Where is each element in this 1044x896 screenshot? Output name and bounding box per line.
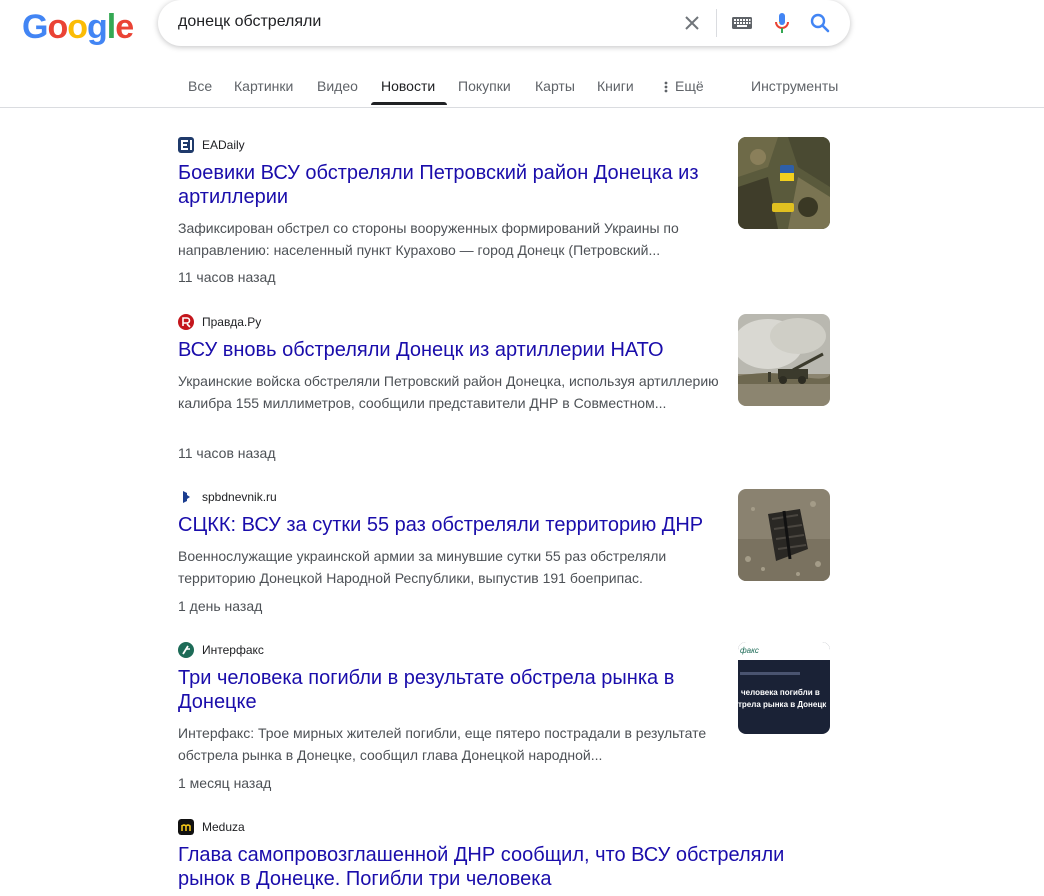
source-name: Правда.Ру bbox=[202, 315, 262, 329]
result-source: EADaily bbox=[178, 137, 245, 153]
active-tab-indicator bbox=[371, 102, 447, 105]
microphone-icon[interactable] bbox=[770, 11, 794, 35]
result-thumbnail[interactable] bbox=[738, 137, 830, 229]
more-vert-icon bbox=[664, 81, 668, 93]
source-name: EADaily bbox=[202, 138, 245, 152]
eadaily-favicon bbox=[178, 137, 194, 153]
result-title-link[interactable]: СЦКК: ВСУ за сутки 55 раз обстреляли тер… bbox=[178, 513, 718, 537]
meduza-favicon bbox=[178, 819, 194, 835]
thumbnail-meta bbox=[740, 672, 800, 675]
tab-video[interactable]: Видео bbox=[317, 78, 358, 94]
google-logo[interactable]: Google bbox=[22, 8, 134, 47]
source-name: spbdnevnik.ru bbox=[202, 490, 277, 504]
thumbnail-headline-line1: человека погибли в bbox=[741, 688, 820, 697]
result-source: spbdnevnik.ru bbox=[178, 489, 277, 505]
interfax-favicon bbox=[178, 642, 194, 658]
result-time: 11 часов назад bbox=[178, 269, 276, 285]
news-result: EADaily Боевики ВСУ обстреляли Петровски… bbox=[178, 137, 830, 287]
source-name: Meduza bbox=[202, 820, 245, 834]
result-thumbnail[interactable] bbox=[738, 314, 830, 406]
tools-button[interactable]: Инструменты bbox=[751, 78, 838, 94]
search-divider bbox=[716, 9, 717, 37]
news-result: Meduza Глава самопровозглашенной ДНР соо… bbox=[178, 819, 830, 896]
result-time: 11 часов назад bbox=[178, 445, 276, 461]
tab-more[interactable]: Ещё bbox=[664, 78, 704, 94]
thumbnail-headline-line2: трела рынка в Донецк bbox=[738, 700, 827, 709]
close-icon[interactable] bbox=[680, 11, 704, 35]
news-result: Правда.Ру ВСУ вновь обстреляли Донецк из… bbox=[178, 314, 830, 464]
tab-images[interactable]: Картинки bbox=[234, 78, 293, 94]
spbdnevnik-favicon bbox=[178, 489, 194, 505]
search-icon[interactable] bbox=[808, 11, 832, 35]
thumbnail-header: факс bbox=[738, 642, 830, 660]
result-thumbnail[interactable] bbox=[738, 489, 830, 581]
search-box bbox=[158, 0, 850, 46]
tab-maps[interactable]: Карты bbox=[535, 78, 575, 94]
result-thumbnail[interactable]: факс человека погибли в трела рынка в До… bbox=[738, 642, 830, 734]
source-name: Интерфакс bbox=[202, 643, 264, 657]
result-title-link[interactable]: Три человека погибли в результате обстре… bbox=[178, 666, 718, 714]
tab-books[interactable]: Книги bbox=[597, 78, 634, 94]
result-snippet: Интерфакс: Трое мирных жителей погибли, … bbox=[178, 725, 707, 763]
result-time: 1 месяц назад bbox=[178, 775, 272, 791]
tab-shopping[interactable]: Покупки bbox=[458, 78, 511, 94]
pravda-favicon bbox=[178, 314, 194, 330]
news-result: Интерфакс Три человека погибли в результ… bbox=[178, 642, 830, 792]
result-snippet: Военнослужащие украинской армии за минув… bbox=[178, 548, 667, 586]
tab-all[interactable]: Все bbox=[188, 78, 212, 94]
result-source: Meduza bbox=[178, 819, 245, 835]
result-snippet: Украинские войска обстреляли Петровский … bbox=[178, 373, 719, 411]
search-tabs: Все Картинки Видео Новости Покупки Карты… bbox=[0, 62, 1044, 108]
result-title-link[interactable]: Глава самопровозглашенной ДНР сообщил, ч… bbox=[178, 843, 798, 891]
result-title-link[interactable]: Боевики ВСУ обстреляли Петровский район … bbox=[178, 161, 718, 209]
result-time: 1 день назад bbox=[178, 598, 263, 614]
thumbnail-brand: факс bbox=[740, 646, 759, 655]
news-result: spbdnevnik.ru СЦКК: ВСУ за сутки 55 раз … bbox=[178, 489, 830, 619]
search-input[interactable] bbox=[178, 13, 658, 31]
result-snippet: Зафиксирован обстрел со стороны вооружен… bbox=[178, 220, 679, 258]
tab-news[interactable]: Новости bbox=[381, 78, 435, 94]
result-title-link[interactable]: ВСУ вновь обстреляли Донецк из артиллери… bbox=[178, 338, 718, 362]
result-source: Интерфакс bbox=[178, 642, 264, 658]
keyboard-icon[interactable] bbox=[730, 13, 754, 33]
tab-more-label: Ещё bbox=[675, 78, 704, 94]
result-source: Правда.Ру bbox=[178, 314, 261, 330]
